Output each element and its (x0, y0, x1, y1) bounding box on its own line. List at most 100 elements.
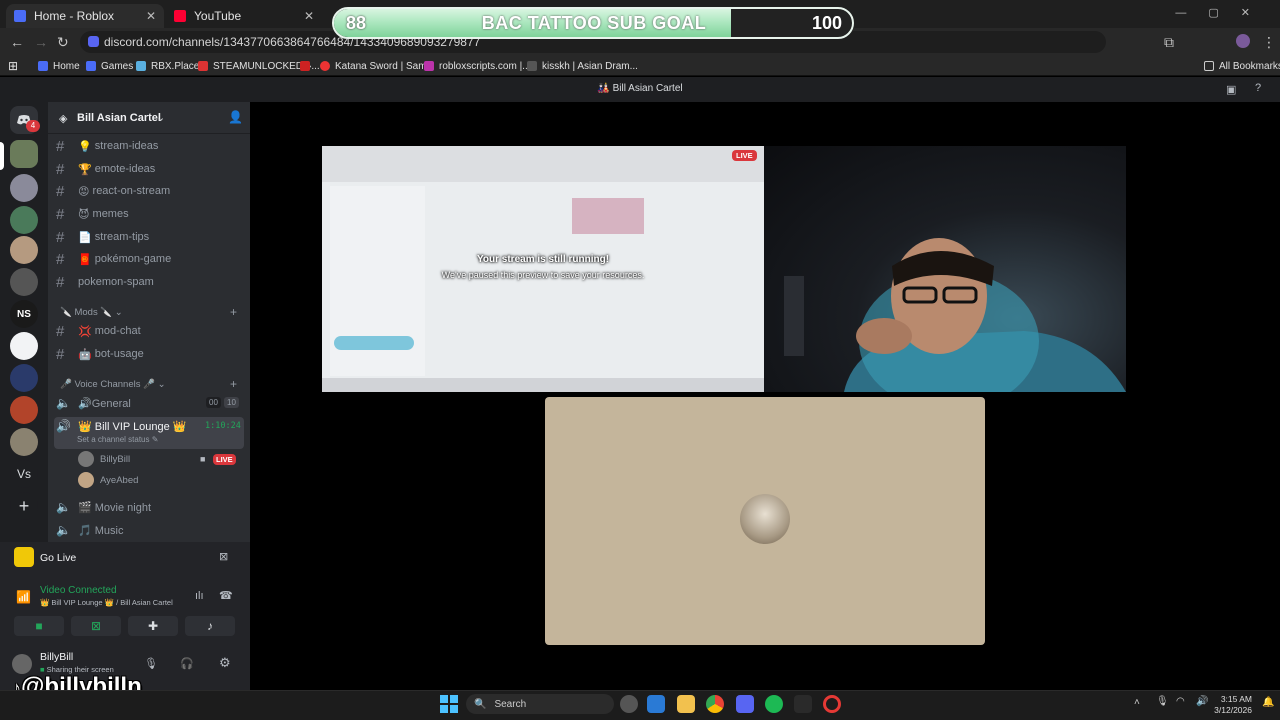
server-icon[interactable] (10, 364, 38, 392)
category-voice-channels[interactable]: 🎤 Voice Channels 🎤 ⌄ + (60, 377, 245, 391)
tab-title: Home - Roblox (34, 9, 115, 23)
server-icon[interactable] (10, 236, 38, 264)
tab-roblox[interactable]: Home - Roblox ✕ (6, 4, 164, 28)
bookmark-robloxscripts[interactable]: robloxscripts.com |... (424, 58, 531, 74)
user-avatar[interactable] (12, 654, 32, 674)
voice-channel-music[interactable]: 🔈 🎵 Music (56, 520, 246, 540)
spotify-icon[interactable] (765, 695, 783, 713)
add-channel-icon[interactable]: + (230, 305, 237, 319)
microphone-tray-icon[interactable]: 🎙 (1156, 696, 1169, 707)
channel-status[interactable]: Set a channel status ✎ (77, 435, 158, 444)
voice-user-billybill[interactable]: BillyBill (78, 451, 130, 467)
server-ns[interactable]: NS (10, 300, 38, 328)
stop-stream-icon[interactable]: ⊠ (219, 550, 228, 563)
back-icon[interactable]: ← (10, 34, 24, 50)
app-icon[interactable] (794, 695, 812, 713)
channel-bot-usage[interactable]: # 🤖 bot-usage (56, 344, 246, 364)
chevron-up-icon[interactable]: ˄ (1134, 697, 1140, 708)
help-icon[interactable]: ? (1255, 82, 1261, 94)
apps-icon[interactable]: ⊞ (8, 58, 18, 74)
add-channel-icon[interactable]: + (230, 377, 237, 391)
menu-icon[interactable]: ⋮ (1262, 34, 1276, 51)
close-tab-icon[interactable]: ✕ (304, 9, 314, 23)
speaker-icon: 🔊 (56, 419, 71, 433)
channel-emote-ideas[interactable]: # 🏆 emote-ideas (56, 159, 246, 179)
webcam-feed (764, 146, 1126, 392)
server-vs[interactable]: Vs (10, 460, 38, 488)
server-icon[interactable] (10, 332, 38, 360)
settings-gear-icon[interactable]: ⚙ (219, 655, 231, 671)
channel-mod-chat[interactable]: # 💢 mod-chat (56, 321, 246, 341)
app-icon[interactable] (647, 695, 665, 713)
stream-paused-title: Your stream is still running! (476, 254, 610, 265)
windows-start-icon[interactable] (440, 695, 458, 713)
channel-react-on-stream[interactable]: # 😡 react-on-stream (56, 181, 246, 201)
reload-icon[interactable]: ↻ (57, 34, 69, 51)
channel-stream-ideas[interactable]: # 💡 stream-ideas (56, 136, 246, 156)
noise-suppression-icon[interactable]: ılı (195, 590, 204, 602)
category-mods[interactable]: 🔪 Mods 🔪 ⌄ + (60, 305, 245, 319)
bookmark-rbxplace[interactable]: RBX.Place (136, 58, 199, 74)
voice-channel-general[interactable]: 🔈 🔊General 00 10 (56, 393, 246, 413)
voice-user-ayeabed[interactable]: AyeAbed (78, 472, 138, 488)
soundboard-button[interactable]: ♪ (185, 616, 235, 636)
forward-icon[interactable]: → (34, 34, 48, 50)
all-bookmarks[interactable]: All Bookmarks (1204, 58, 1280, 74)
extensions-icon[interactable]: ⧉ (1164, 34, 1174, 51)
bookmark-kisskh[interactable]: kisskh | Asian Dram... (527, 58, 638, 74)
discord-site-icon (88, 36, 99, 47)
server-icon[interactable] (10, 268, 38, 296)
activities-button[interactable]: ✚ (128, 616, 178, 636)
channel-memes[interactable]: # 😈 memes (56, 204, 246, 224)
server-icon[interactable] (10, 174, 38, 202)
server-icon[interactable] (10, 206, 38, 234)
screen-share-button[interactable]: ⊠ (71, 616, 121, 636)
channel-pokemon-spam[interactable]: # pokemon-spam (56, 272, 246, 292)
sub-goal-title: BAC TATTOO SUB GOAL (481, 13, 707, 33)
close-tab-icon[interactable]: ✕ (146, 9, 156, 23)
server-icon[interactable] (10, 428, 38, 456)
tab-youtube[interactable]: YouTube ✕ (166, 4, 322, 28)
server-header[interactable]: ◈ Bill Asian Cartel ⌄ 👤 (48, 102, 250, 134)
connection-signal-icon[interactable]: 📶 (16, 590, 31, 604)
camera-button[interactable]: ■ (14, 616, 64, 636)
inbox-icon[interactable]: ▣ (1226, 83, 1236, 96)
file-explorer-icon[interactable] (677, 695, 695, 713)
channel-pokemon-game[interactable]: # 🧧 pokémon-game (56, 249, 246, 269)
profile-avatar[interactable] (1236, 34, 1250, 48)
voice-channel-movie-night[interactable]: 🔈 🎬 Movie night (56, 497, 246, 517)
tab-title: YouTube (194, 9, 242, 23)
bookmark-games[interactable]: Games (86, 58, 133, 74)
go-live-label[interactable]: Go Live (40, 552, 76, 564)
opera-icon[interactable] (823, 695, 841, 713)
username: BillyBill (40, 651, 74, 663)
window-controls[interactable]: —▢✕ (1175, 6, 1272, 19)
participant-tile-ayeabed[interactable] (545, 397, 985, 645)
screen-share-preview[interactable]: LIVE Your stream is still running! We've… (322, 146, 764, 392)
bookmark-home[interactable]: Home (38, 58, 80, 74)
invite-people-icon[interactable]: 👤 (228, 110, 243, 124)
bookmark-red-icon[interactable] (300, 58, 315, 74)
add-server-icon[interactable]: + (10, 492, 38, 520)
notifications-icon[interactable]: 🔔 (1262, 697, 1274, 708)
voice-channel-vip[interactable]: 🔊 👑 Bill VIP Lounge 👑 1:10:24 (56, 416, 246, 436)
volume-icon[interactable]: 🔊 (1196, 696, 1208, 707)
microphone-icon[interactable]: 🎙 (144, 657, 158, 670)
video-connected-status: Video Connected (40, 585, 117, 596)
clock-date[interactable]: 3/12/2026 (1210, 705, 1252, 715)
discord-taskbar-icon[interactable] (736, 695, 754, 713)
disconnect-icon[interactable]: ☎ (219, 589, 233, 602)
bookmark-katana[interactable]: Katana Sword | Sam... (320, 58, 435, 74)
wifi-icon[interactable]: ◠ (1176, 696, 1185, 707)
connection-location[interactable]: 👑 Bill VIP Lounge 👑 / Bill Asian Cartel (40, 598, 173, 607)
window-title: 🎎 Bill Asian Cartel (597, 83, 683, 94)
headphones-icon[interactable]: 🎧 (180, 657, 194, 670)
clock-time[interactable]: 3:15 AM (1214, 694, 1252, 704)
server-icon[interactable] (10, 396, 38, 424)
chrome-icon[interactable] (706, 695, 724, 713)
task-view-icon[interactable] (620, 695, 638, 713)
server-bill-asian-cartel[interactable] (10, 140, 38, 168)
taskbar-search-box[interactable]: 🔍 Search (466, 694, 614, 714)
channel-stream-tips[interactable]: # 📄 stream-tips (56, 227, 246, 247)
bookmarks-bar: ⊞ Home Games RBX.Place STEAMUNLOCKED »..… (0, 56, 1280, 76)
